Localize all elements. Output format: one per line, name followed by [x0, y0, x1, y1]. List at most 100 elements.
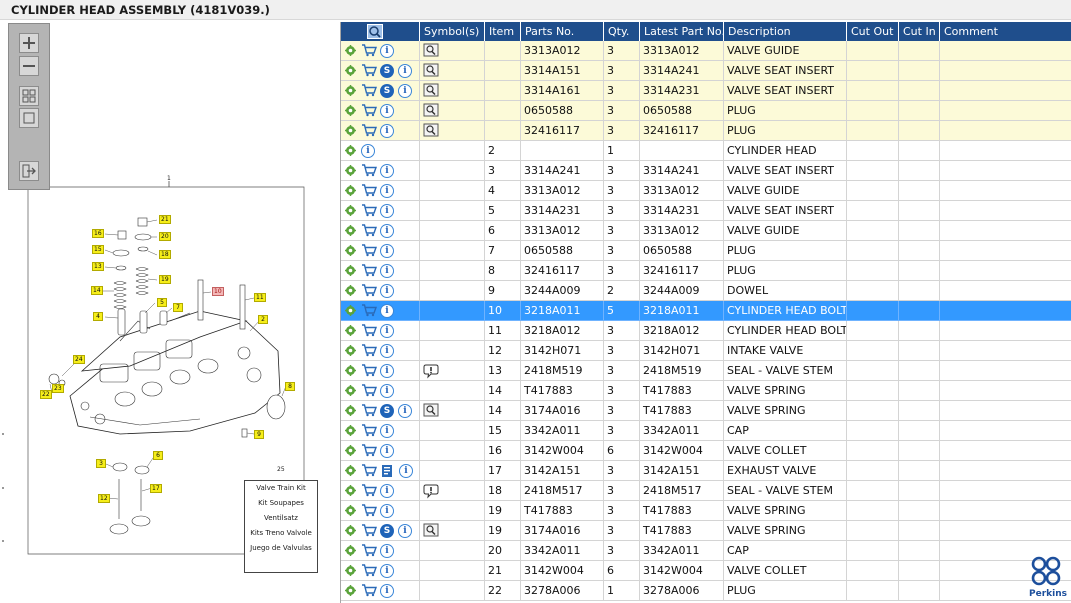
description-cell[interactable]: VALVE SPRING [724, 401, 847, 421]
cut-out-cell[interactable] [847, 261, 899, 281]
cut-out-cell[interactable] [847, 121, 899, 141]
options-gear-icon[interactable] [345, 145, 356, 156]
latest-part-number-cell[interactable]: 3142A151 [640, 461, 724, 481]
options-gear-icon[interactable] [345, 285, 356, 296]
latest-part-number-cell[interactable]: 3314A241 [640, 161, 724, 181]
cut-out-cell[interactable] [847, 181, 899, 201]
cut-in-cell[interactable] [899, 221, 940, 241]
qty-cell[interactable]: 3 [604, 121, 640, 141]
cut-out-cell[interactable] [847, 41, 899, 61]
part-number-cell[interactable]: T417883 [521, 501, 604, 521]
item-cell[interactable]: 8 [485, 261, 521, 281]
latest-part-number-cell[interactable]: 3142W004 [640, 441, 724, 461]
latest-part-number-cell[interactable]: 2418M519 [640, 361, 724, 381]
comment-cell[interactable] [940, 341, 1071, 361]
info-icon[interactable]: i [398, 84, 412, 98]
comment-cell[interactable] [940, 301, 1071, 321]
add-to-cart-icon[interactable] [361, 224, 377, 237]
column-header-item[interactable]: Item [485, 22, 521, 41]
latest-part-number-cell[interactable]: 0650588 [640, 101, 724, 121]
qty-cell[interactable]: 3 [604, 241, 640, 261]
options-gear-icon[interactable] [345, 125, 356, 136]
comment-cell[interactable] [940, 141, 1071, 161]
qty-cell[interactable]: 3 [604, 81, 640, 101]
item-cell[interactable]: 16 [485, 441, 521, 461]
add-to-cart-icon[interactable] [361, 104, 377, 117]
part-number-cell[interactable]: 3278A006 [521, 581, 604, 601]
table-row[interactable]: Si 19 3174A016 3 T417883 VALVE SPRING [341, 521, 1071, 541]
cut-in-cell[interactable] [899, 161, 940, 181]
add-to-cart-icon[interactable] [361, 564, 377, 577]
part-number-cell[interactable]: 0650588 [521, 241, 604, 261]
latest-part-number-cell[interactable]: 3142W004 [640, 561, 724, 581]
item-cell[interactable]: 11 [485, 321, 521, 341]
callout-4[interactable]: 4 [93, 312, 103, 321]
cut-out-cell[interactable] [847, 561, 899, 581]
item-cell[interactable]: 19 [485, 501, 521, 521]
qty-cell[interactable]: 1 [604, 141, 640, 161]
cut-out-cell[interactable] [847, 201, 899, 221]
part-number-cell[interactable]: 32416117 [521, 121, 604, 141]
table-row[interactable]: i 7 0650588 3 0650588 PLUG [341, 241, 1071, 261]
qty-cell[interactable]: 6 [604, 561, 640, 581]
add-to-cart-icon[interactable] [361, 544, 377, 557]
cut-in-cell[interactable] [899, 201, 940, 221]
description-cell[interactable]: VALVE SPRING [724, 501, 847, 521]
description-cell[interactable]: VALVE GUIDE [724, 41, 847, 61]
latest-part-number-cell[interactable]: 3218A011 [640, 301, 724, 321]
part-number-cell[interactable]: 0650588 [521, 101, 604, 121]
qty-cell[interactable]: 1 [604, 581, 640, 601]
item-cell[interactable] [485, 81, 521, 101]
cut-in-cell[interactable] [899, 441, 940, 461]
part-number-cell[interactable]: 3314A151 [521, 61, 604, 81]
cut-out-cell[interactable] [847, 81, 899, 101]
cut-in-cell[interactable] [899, 581, 940, 601]
options-gear-icon[interactable] [345, 305, 356, 316]
part-number-cell[interactable]: 3313A012 [521, 181, 604, 201]
callout-3[interactable]: 3 [96, 459, 106, 468]
comment-cell[interactable] [940, 281, 1071, 301]
callout-8[interactable]: 8 [285, 382, 295, 391]
column-header-qty[interactable]: Qty. [604, 22, 640, 41]
fit-all-button[interactable] [19, 86, 39, 106]
table-row[interactable]: i 21 3142W004 6 3142W004 VALVE COLLET [341, 561, 1071, 581]
item-cell[interactable]: 5 [485, 201, 521, 221]
cut-out-cell[interactable] [847, 161, 899, 181]
cut-out-cell[interactable] [847, 441, 899, 461]
comment-cell[interactable] [940, 61, 1071, 81]
reference-book-icon[interactable] [423, 523, 439, 540]
part-number-cell[interactable]: 3314A161 [521, 81, 604, 101]
info-icon[interactable]: i [398, 404, 412, 418]
info-icon[interactable]: i [380, 344, 394, 358]
info-icon[interactable]: i [380, 124, 394, 138]
table-row[interactable]: i 20 3342A011 3 3342A011 CAP [341, 541, 1071, 561]
comment-cell[interactable] [940, 521, 1071, 541]
qty-cell[interactable]: 3 [604, 361, 640, 381]
qty-cell[interactable]: 3 [604, 101, 640, 121]
column-header-cut-out[interactable]: Cut Out [847, 22, 899, 41]
description-cell[interactable]: SEAL - VALVE STEM [724, 481, 847, 501]
table-row[interactable]: i 3 3314A241 3 3314A241 VALVE SEAT INSERT [341, 161, 1071, 181]
callout-12[interactable]: 12 [98, 494, 110, 503]
add-to-cart-icon[interactable] [361, 444, 377, 457]
qty-cell[interactable]: 3 [604, 181, 640, 201]
add-to-cart-icon[interactable] [361, 384, 377, 397]
fit-page-button[interactable] [19, 108, 39, 128]
callout-10[interactable]: 10 [212, 287, 224, 296]
cut-out-cell[interactable] [847, 401, 899, 421]
qty-cell[interactable]: 3 [604, 41, 640, 61]
qty-cell[interactable]: 3 [604, 541, 640, 561]
comment-cell[interactable] [940, 181, 1071, 201]
item-cell[interactable]: 12 [485, 341, 521, 361]
callout-15[interactable]: 15 [92, 245, 104, 254]
cut-out-cell[interactable] [847, 141, 899, 161]
cut-out-cell[interactable] [847, 321, 899, 341]
part-number-cell[interactable]: 3174A016 [521, 401, 604, 421]
options-gear-icon[interactable] [345, 225, 356, 236]
cut-in-cell[interactable] [899, 41, 940, 61]
cut-in-cell[interactable] [899, 541, 940, 561]
table-row[interactable]: i 22 3278A006 1 3278A006 PLUG [341, 581, 1071, 601]
part-number-cell[interactable]: 32416117 [521, 261, 604, 281]
item-cell[interactable]: 6 [485, 221, 521, 241]
supersession-icon[interactable]: S [380, 524, 394, 538]
